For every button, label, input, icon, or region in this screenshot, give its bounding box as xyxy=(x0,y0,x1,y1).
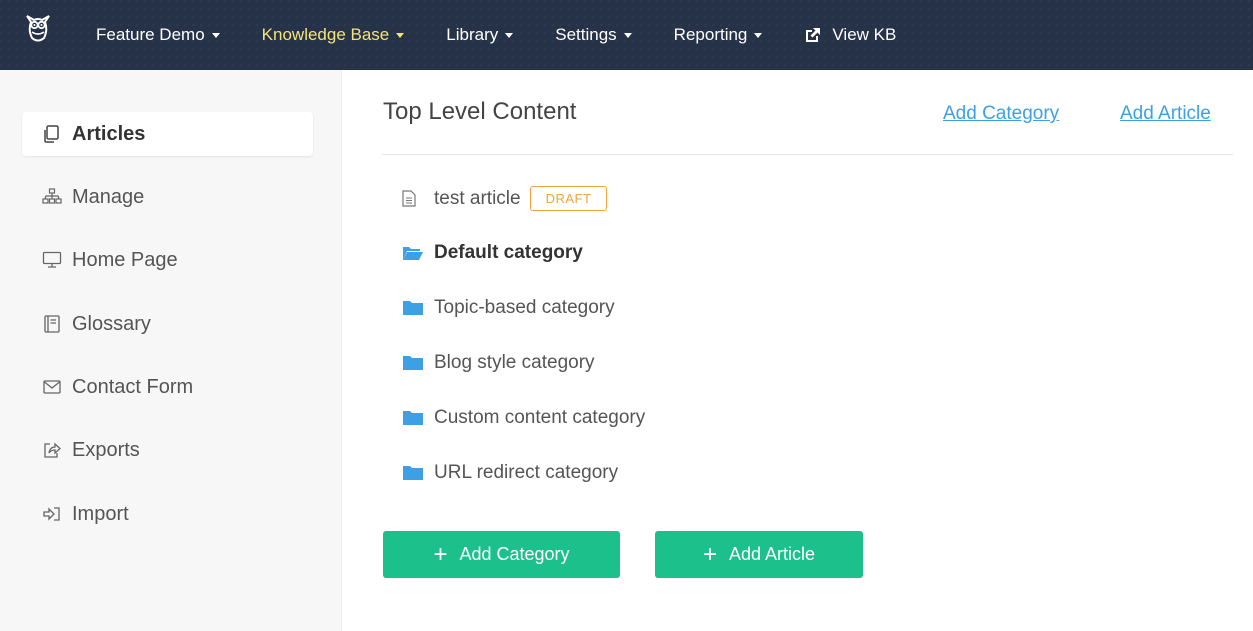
folder-icon xyxy=(402,409,424,427)
category-label: Topic-based category xyxy=(434,297,615,318)
sign-in-icon xyxy=(41,503,63,525)
category-row[interactable]: Default category xyxy=(402,242,583,264)
sidebar-item-label: Contact Form xyxy=(72,375,194,398)
caret-down-icon xyxy=(396,32,405,38)
nav-label: Settings xyxy=(555,25,617,44)
draft-badge: DRAFT xyxy=(529,186,608,211)
add-category-button[interactable]: + Add Category xyxy=(383,531,620,578)
folder-icon xyxy=(402,354,424,372)
copy-icon xyxy=(41,123,63,145)
article-title: test article xyxy=(434,187,521,209)
top-navbar: Feature Demo Knowledge Base Library Sett… xyxy=(0,0,1253,70)
category-row[interactable]: Topic-based category xyxy=(402,297,615,319)
sidebar-item-articles[interactable]: Articles xyxy=(22,112,313,156)
sidebar-item-label: Exports xyxy=(72,438,140,461)
add-article-link[interactable]: Add Article xyxy=(1120,103,1211,125)
category-row[interactable]: Blog style category xyxy=(402,352,595,374)
plus-icon: + xyxy=(433,540,448,568)
nav-label: Knowledge Base xyxy=(261,25,390,44)
plus-icon: + xyxy=(702,540,717,568)
button-label: Add Category xyxy=(459,544,570,564)
caret-down-icon xyxy=(754,32,763,38)
sidebar-item-glossary[interactable]: Glossary xyxy=(22,302,313,346)
external-link-icon xyxy=(806,28,821,42)
sidebar-item-label: Home Page xyxy=(72,248,178,271)
owl-logo-icon[interactable] xyxy=(22,12,54,44)
sidebar-item-label: Articles xyxy=(72,122,146,145)
divider xyxy=(382,154,1233,155)
category-label: Custom content category xyxy=(434,407,646,428)
page-title: Top Level Content xyxy=(383,98,577,125)
sidebar-item-contact-form[interactable]: Contact Form xyxy=(22,365,313,409)
file-text-icon xyxy=(402,190,424,208)
sidebar-item-label: Import xyxy=(72,502,129,525)
nav-label: Library xyxy=(446,25,499,44)
sidebar-item-label: Glossary xyxy=(72,312,151,335)
article-row[interactable]: test article DRAFT xyxy=(402,186,608,211)
sidebar-item-label: Manage xyxy=(72,185,145,208)
caret-down-icon xyxy=(623,32,632,38)
sitemap-icon xyxy=(41,186,63,208)
nav-view-kb[interactable]: View KB xyxy=(804,25,896,45)
category-label: Default category xyxy=(434,242,583,263)
category-label: URL redirect category xyxy=(434,462,619,483)
sidebar-item-exports[interactable]: Exports xyxy=(22,428,313,472)
category-label: Blog style category xyxy=(434,352,595,373)
nav-feature-demo[interactable]: Feature Demo xyxy=(96,25,220,45)
folder-icon xyxy=(402,464,424,482)
book-icon xyxy=(41,313,63,335)
add-article-button[interactable]: + Add Article xyxy=(655,531,863,578)
add-category-link[interactable]: Add Category xyxy=(943,103,1059,125)
sidebar-item-manage[interactable]: Manage xyxy=(22,175,313,219)
sidebar-item-home-page[interactable]: Home Page xyxy=(22,238,313,282)
nav-label: View KB xyxy=(832,25,897,44)
sidebar-item-import[interactable]: Import xyxy=(22,492,313,536)
caret-down-icon xyxy=(505,32,514,38)
button-label: Add Article xyxy=(728,544,816,564)
nav-settings[interactable]: Settings xyxy=(555,25,632,45)
share-icon xyxy=(41,439,63,461)
category-row[interactable]: URL redirect category xyxy=(402,462,618,484)
category-row[interactable]: Custom content category xyxy=(402,407,645,429)
nav-label: Reporting xyxy=(673,25,748,44)
nav-reporting[interactable]: Reporting xyxy=(674,25,763,45)
sidebar: Articles Manage Home Page Glossary Conta… xyxy=(0,70,342,631)
folder-icon xyxy=(402,299,424,317)
nav-library[interactable]: Library xyxy=(446,25,514,45)
nav-label: Feature Demo xyxy=(96,25,205,44)
monitor-icon xyxy=(41,249,63,271)
nav-knowledge-base[interactable]: Knowledge Base xyxy=(262,25,405,45)
envelope-icon xyxy=(41,376,63,398)
caret-down-icon xyxy=(211,32,220,38)
folder-open-icon xyxy=(402,244,424,262)
